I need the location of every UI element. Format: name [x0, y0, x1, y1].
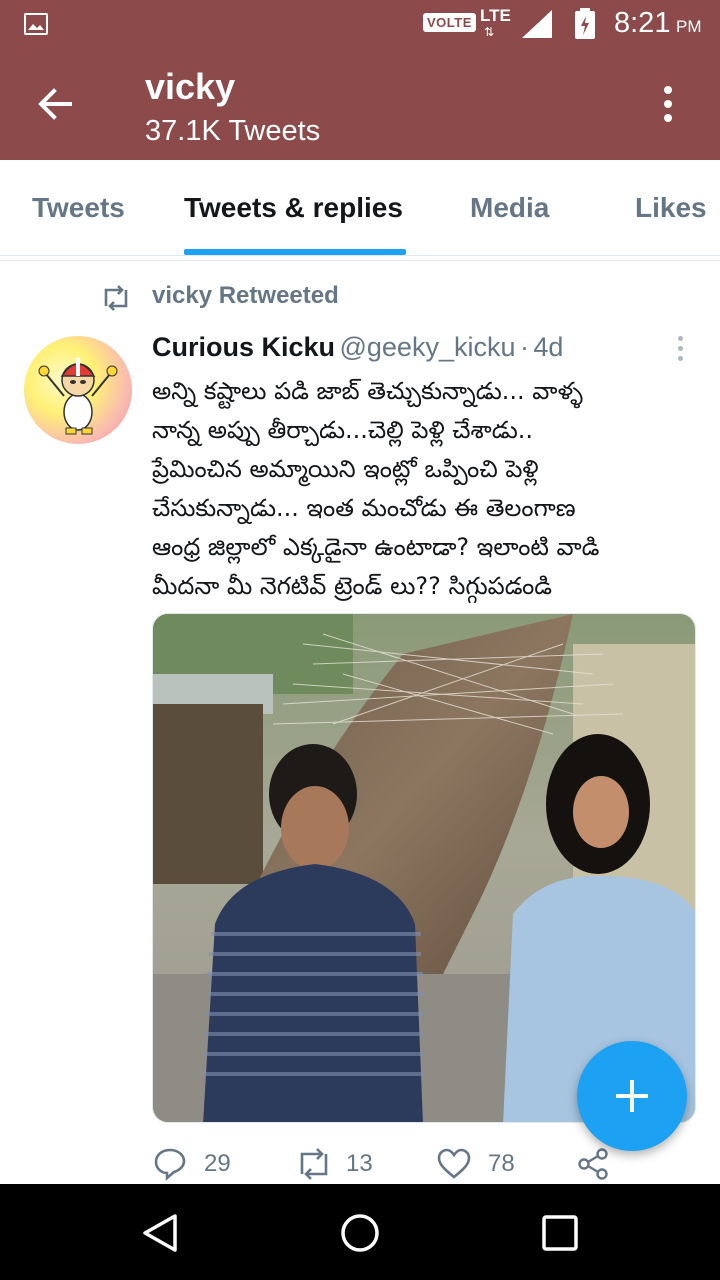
tweet-text: అన్ని కష్టాలు పడి జాబ్ తెచ్చుకున్నాడు...…: [152, 372, 704, 606]
reply-count: 29: [204, 1150, 231, 1177]
clock-ampm: PM: [676, 17, 702, 36]
heart-icon: [437, 1148, 471, 1179]
tweet-count: 37.1K Tweets: [145, 115, 321, 147]
system-navigation-bar: [0, 1184, 720, 1280]
network-type: LTE: [480, 6, 511, 25]
back-triangle-icon[interactable]: [137, 1210, 183, 1256]
tweet-line: మీదనా మీ నెగటివ్ ట్రెండ్ లు?? సిగ్గుపడండ…: [152, 572, 553, 600]
retweet-icon: [104, 285, 128, 311]
tab-likes[interactable]: Likes: [635, 192, 707, 224]
reply-icon: [154, 1148, 186, 1181]
retweet-count: 13: [346, 1150, 373, 1177]
volte-badge: VOLTE: [423, 13, 476, 32]
profile-tabs: Tweets Tweets & replies Media Likes: [0, 160, 720, 256]
tweet-actions: 29 13 78: [152, 1140, 652, 1188]
share-icon: [578, 1148, 608, 1180]
author-handle[interactable]: @geeky_kicku: [339, 332, 515, 362]
more-vertical-icon: [664, 86, 672, 94]
more-vertical-icon: [677, 336, 683, 341]
tweet-line: ఆంధ్ర జిల్లాలో ఎక్కడైనా ఉంటాడా? ఇలాంటి వ…: [152, 533, 600, 561]
retweet-icon: [300, 1148, 328, 1180]
status-bar: VOLTE LTE ⇅ 8:21 PM: [0, 0, 720, 50]
tweet-line: అన్ని కష్టాలు పడి జాబ్ తెచ్చుకున్నాడు...…: [152, 377, 583, 405]
tab-tweets-replies[interactable]: Tweets & replies: [184, 192, 403, 224]
more-options-button[interactable]: [654, 82, 682, 126]
clock-time: 8:21: [614, 7, 671, 39]
compose-tweet-button[interactable]: [577, 1041, 687, 1151]
gallery-icon: [24, 13, 48, 35]
recents-square-icon[interactable]: [537, 1210, 583, 1256]
tweet-age: 4d: [533, 332, 564, 362]
tweet-line: చేసుకున్నాడు... ఇంత మంచోడు ఈ తెలంగాణ: [152, 494, 576, 522]
tweet-line: ప్రేమించిన అమ్మాయిని ఇంట్లో ఒప్పించి పెళ…: [152, 455, 539, 483]
avatar[interactable]: [24, 336, 132, 444]
retweet-label[interactable]: vicky Retweeted: [152, 282, 339, 310]
profile-name: vicky: [145, 66, 236, 107]
tweet-menu-button[interactable]: [676, 334, 684, 364]
like-count: 78: [488, 1150, 515, 1177]
signal-icon: [522, 10, 552, 38]
battery-charging-icon: [575, 8, 595, 39]
plus-icon: [616, 1080, 648, 1112]
divider: [0, 260, 720, 261]
back-button[interactable]: [30, 78, 82, 130]
tab-media[interactable]: Media: [470, 192, 549, 224]
separator-dot: ·: [519, 332, 529, 362]
tab-tweets[interactable]: Tweets: [32, 192, 125, 224]
active-tab-indicator: [184, 249, 406, 255]
home-circle-icon[interactable]: [337, 1210, 383, 1256]
arrow-left-icon: [38, 88, 72, 120]
tweet-header: Curious Kicku @geeky_kicku · 4d: [152, 332, 563, 363]
tweet-line: నాన్న అప్పు తీర్చాడు...చెల్లి పెళ్లి చేశ…: [152, 416, 534, 444]
profile-header: vicky 37.1K Tweets: [0, 50, 720, 160]
network-arrows-icon: ⇅: [484, 25, 495, 39]
author-name[interactable]: Curious Kicku: [152, 332, 335, 362]
